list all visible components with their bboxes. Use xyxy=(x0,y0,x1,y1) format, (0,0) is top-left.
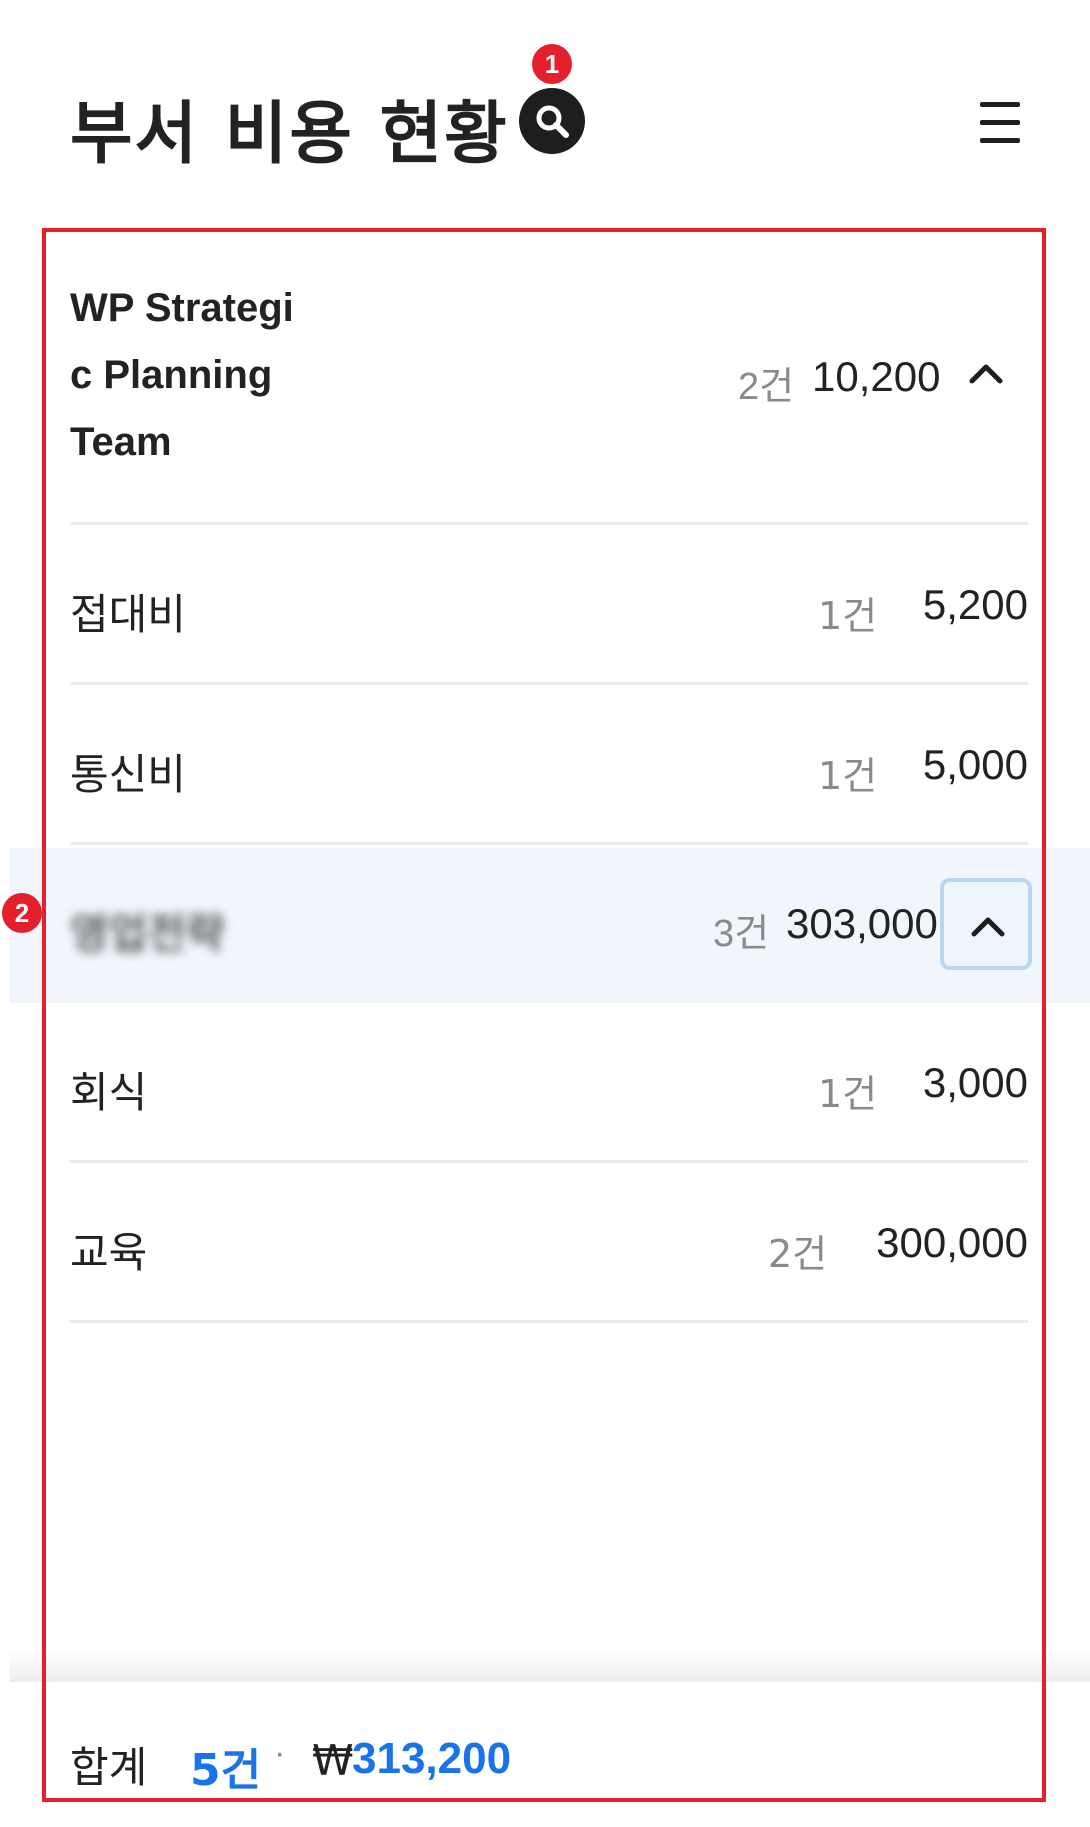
item-label: 접대비 xyxy=(70,590,186,639)
menu-line xyxy=(980,102,1020,107)
group-count: 2건 xyxy=(738,366,795,408)
item-amount: 5,000 xyxy=(922,741,1028,788)
group-name-line: c Planning xyxy=(70,353,273,397)
item-amount: 3,000 xyxy=(922,1059,1028,1106)
currency-symbol: ₩ xyxy=(312,1736,354,1785)
group-divider xyxy=(70,522,1028,525)
item-count: 1건 xyxy=(818,594,878,638)
item-amount: 5,200 xyxy=(922,581,1028,628)
list-item-dinner[interactable]: 회식 1건 3,000 xyxy=(70,1005,1028,1163)
group-amount: 10,200 xyxy=(812,353,941,400)
search-icon xyxy=(536,105,569,138)
item-count: 1건 xyxy=(818,1072,878,1116)
menu-line xyxy=(980,138,1020,143)
chevron-up-icon xyxy=(971,917,1005,937)
app-header: 부서 비용 현황 1 xyxy=(0,0,1090,220)
group-name-line: Team xyxy=(70,420,172,464)
total-label: 합계 xyxy=(70,1743,148,1792)
item-count: 1건 xyxy=(818,754,878,798)
collapse-button[interactable] xyxy=(944,331,1030,417)
group-name-redacted: 영업전략 xyxy=(70,909,225,958)
total-amount: 313,200 xyxy=(352,1734,512,1783)
list-item-entertainment[interactable]: 접대비 1건 5,200 xyxy=(70,527,1028,685)
item-label: 회식 xyxy=(70,1068,148,1117)
list-item-communication[interactable]: 통신비 1건 5,000 xyxy=(70,687,1028,845)
search-button[interactable] xyxy=(519,88,585,154)
hamburger-menu-button[interactable] xyxy=(978,100,1024,144)
page-title: 부서 비용 현황 xyxy=(70,95,509,174)
item-label: 교육 xyxy=(70,1228,148,1277)
annotation-badge-2: 2 xyxy=(2,893,42,933)
item-amount: 300,000 xyxy=(876,1219,1028,1266)
separator: · xyxy=(274,1734,286,1772)
summary-footer: 합계 5건 · ₩ 313,200 xyxy=(10,1682,1090,1827)
list-item-education[interactable]: 교육 2건 300,000 xyxy=(70,1165,1028,1323)
group-header-wp-strategic-planning[interactable]: WP Strategi c Planning Team 2건 10,200 xyxy=(70,275,1028,525)
group-header-blurred[interactable]: 영업전략 3건 303,000 xyxy=(70,848,1032,1003)
chevron-up-icon xyxy=(969,364,1003,384)
group-amount: 303,000 xyxy=(786,900,938,947)
group-name-line: WP Strategi xyxy=(70,286,294,330)
footer-shadow xyxy=(10,1650,1090,1682)
item-label: 통신비 xyxy=(70,750,186,799)
item-count: 2건 xyxy=(768,1232,828,1276)
group-count: 3건 xyxy=(713,913,770,955)
collapse-button-focused[interactable] xyxy=(940,878,1032,970)
annotation-badge-1: 1 xyxy=(532,44,572,84)
menu-line xyxy=(980,120,1020,125)
total-count: 5건 xyxy=(190,1745,262,1796)
